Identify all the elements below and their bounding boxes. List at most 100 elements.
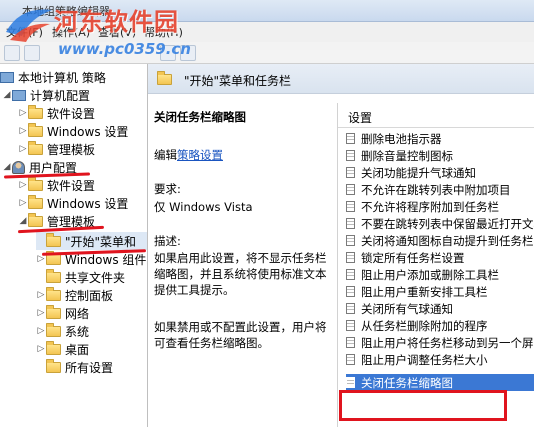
folder-icon bbox=[28, 104, 43, 119]
expanded-arrow-icon[interactable]: ◢ bbox=[18, 216, 28, 226]
requirements-value: 仅 Windows Vista bbox=[154, 200, 253, 214]
setting-label: 阻止用户调整任务栏大小 bbox=[361, 352, 488, 367]
tree-uc-windows[interactable]: ▷ Windows 设置 bbox=[18, 194, 128, 212]
setting-label: 关闭所有气球通知 bbox=[361, 301, 453, 316]
header-divider bbox=[338, 127, 534, 128]
setting-item[interactable]: 阻止用户将任务栏移动到另一个屏幕 bbox=[346, 334, 534, 351]
tree-control-panel[interactable]: ▷ 控制面板 bbox=[36, 286, 113, 304]
setting-label: 删除电池指示器 bbox=[361, 131, 442, 146]
setting-item[interactable]: 阻止用户调整任务栏大小 bbox=[346, 351, 534, 368]
watermark-text: 河东软件园 bbox=[54, 7, 179, 36]
tree-shared-folders[interactable]: 共享文件夹 bbox=[36, 268, 125, 286]
policy-document-icon bbox=[346, 235, 355, 246]
setting-label: 阻止用户将任务栏移动到另一个屏幕 bbox=[361, 335, 534, 350]
collapsed-arrow-icon[interactable]: ▷ bbox=[18, 126, 28, 136]
expanded-arrow-icon[interactable]: ◢ bbox=[2, 162, 12, 172]
setting-item[interactable]: 删除音量控制图标 bbox=[346, 147, 534, 164]
policy-document-icon bbox=[346, 337, 355, 348]
setting-label: 删除音量控制图标 bbox=[361, 148, 453, 163]
setting-item[interactable]: 阻止用户重新安排工具栏 bbox=[346, 283, 534, 300]
setting-label: 不要在跳转列表中保留最近打开文档的 bbox=[361, 216, 534, 231]
settings-list: 设置 删除电池指示器 删除音量控制图标 关闭功能提升气球通知 不允许在跳转列表中附加项… bbox=[337, 103, 534, 427]
details-header: "开始"菜单和任务栏 bbox=[148, 64, 534, 94]
folder-icon bbox=[157, 71, 172, 85]
collapsed-arrow-icon[interactable]: ▷ bbox=[18, 180, 28, 190]
policy-document-icon bbox=[346, 269, 355, 280]
policy-document-icon bbox=[346, 201, 355, 212]
setting-label: 关闭任务栏缩略图 bbox=[361, 375, 453, 390]
description-pane: 关闭任务栏缩略图 编辑策略设置 要求: 仅 Windows Vista 描述: … bbox=[148, 95, 336, 427]
setting-item[interactable]: 关闭所有气球通知 bbox=[346, 300, 534, 317]
navigation-tree: 本地计算机 策略 ◢ 计算机配置 ▷ 软件设置 ▷ Windows 设置 ▷ 管… bbox=[0, 64, 148, 427]
forward-icon[interactable] bbox=[24, 45, 40, 61]
watermark-url: www.pc0359.cn bbox=[58, 40, 191, 58]
folder-icon bbox=[46, 340, 61, 355]
tree-network[interactable]: ▷ 网络 bbox=[36, 304, 89, 322]
setting-item[interactable]: 锁定所有任务栏设置 bbox=[346, 249, 534, 266]
collapsed-arrow-icon[interactable]: ▷ bbox=[18, 198, 28, 208]
folder-icon bbox=[28, 140, 43, 155]
edit-policy-link[interactable]: 策略设置 bbox=[177, 148, 223, 162]
collapsed-arrow-icon[interactable]: ▷ bbox=[18, 144, 28, 154]
collapsed-arrow-icon[interactable]: ▷ bbox=[36, 326, 46, 336]
back-icon[interactable] bbox=[4, 45, 20, 61]
setting-label: 不允许将程序附加到任务栏 bbox=[361, 199, 499, 214]
tree-cc-software[interactable]: ▷ 软件设置 bbox=[18, 104, 95, 122]
edit-policy-line: 编辑策略设置 bbox=[154, 148, 223, 162]
tree-system[interactable]: ▷ 系统 bbox=[36, 322, 89, 340]
requirements-label: 要求: bbox=[154, 182, 181, 196]
policy-document-icon bbox=[346, 377, 355, 388]
tree-start-taskbar[interactable]: "开始"菜单和 bbox=[36, 232, 147, 250]
policy-document-icon bbox=[346, 184, 355, 195]
setting-item[interactable]: 删除电池指示器 bbox=[346, 130, 534, 147]
setting-item[interactable]: 不允许在跳转列表中附加项目 bbox=[346, 181, 534, 198]
setting-item[interactable]: 不允许将程序附加到任务栏 bbox=[346, 198, 534, 215]
policy-document-icon bbox=[346, 133, 355, 144]
setting-label: 从任务栏删除附加的程序 bbox=[361, 318, 488, 333]
policy-document-icon bbox=[346, 354, 355, 365]
tree-uc-software[interactable]: ▷ 软件设置 bbox=[18, 176, 95, 194]
tree-cc-admin[interactable]: ▷ 管理模板 bbox=[18, 140, 95, 158]
setting-item[interactable]: 关闭功能提升气球通知 bbox=[346, 164, 534, 181]
folder-icon bbox=[46, 232, 61, 247]
folder-icon bbox=[28, 176, 43, 191]
policy-document-icon bbox=[346, 218, 355, 229]
description-label: 描述: bbox=[154, 234, 181, 248]
details-header-title: "开始"菜单和任务栏 bbox=[184, 74, 292, 88]
collapsed-arrow-icon[interactable]: ▷ bbox=[36, 308, 46, 318]
folder-icon bbox=[46, 304, 61, 319]
settings-column-header[interactable]: 设置 bbox=[348, 109, 372, 126]
tree-computer-config[interactable]: ◢ 计算机配置 bbox=[2, 86, 90, 104]
policy-document-icon bbox=[346, 150, 355, 161]
policy-document-icon bbox=[346, 303, 355, 314]
tree-cc-windows[interactable]: ▷ Windows 设置 bbox=[18, 122, 128, 140]
folder-icon bbox=[46, 322, 61, 337]
tree-desktop[interactable]: ▷ 桌面 bbox=[36, 340, 89, 358]
expanded-arrow-icon[interactable]: ◢ bbox=[2, 90, 12, 100]
folder-icon bbox=[46, 286, 61, 301]
user-icon bbox=[12, 160, 25, 174]
collapsed-arrow-icon[interactable]: ▷ bbox=[18, 108, 28, 118]
tree-root[interactable]: 本地计算机 策略 bbox=[0, 68, 106, 86]
policy-document-icon bbox=[346, 252, 355, 263]
policy-document-icon bbox=[346, 167, 355, 178]
collapsed-arrow-icon[interactable]: ▷ bbox=[36, 344, 46, 354]
folder-icon bbox=[28, 122, 43, 137]
setting-item[interactable]: 阻止用户添加或删除工具栏 bbox=[346, 266, 534, 283]
setting-item[interactable]: 关闭任务栏缩略图 bbox=[346, 374, 534, 391]
computer-icon bbox=[12, 89, 26, 101]
policy-document-icon bbox=[346, 286, 355, 297]
setting-item[interactable]: 不要在跳转列表中保留最近打开文档的 bbox=[346, 215, 534, 232]
folder-icon bbox=[28, 212, 43, 227]
setting-item[interactable]: 从任务栏删除附加的程序 bbox=[346, 317, 534, 334]
setting-item[interactable]: 关闭将通知图标自动提升到任务栏 bbox=[346, 232, 534, 249]
description-text-2: 如果禁用或不配置此设置，用户将可查看任务栏缩略图。 bbox=[154, 320, 327, 350]
tree-all-settings[interactable]: 所有设置 bbox=[36, 358, 113, 376]
setting-label: 阻止用户添加或删除工具栏 bbox=[361, 267, 499, 282]
setting-label: 锁定所有任务栏设置 bbox=[361, 250, 465, 265]
setting-label: 阻止用户重新安排工具栏 bbox=[361, 284, 488, 299]
collapsed-arrow-icon[interactable]: ▷ bbox=[36, 290, 46, 300]
description-text: 如果启用此设置，将不显示任务栏缩略图，并且系统将使用标准文本提供工具提示。 bbox=[154, 251, 327, 297]
folder-icon bbox=[46, 358, 61, 373]
policy-title: 关闭任务栏缩略图 bbox=[154, 110, 246, 124]
